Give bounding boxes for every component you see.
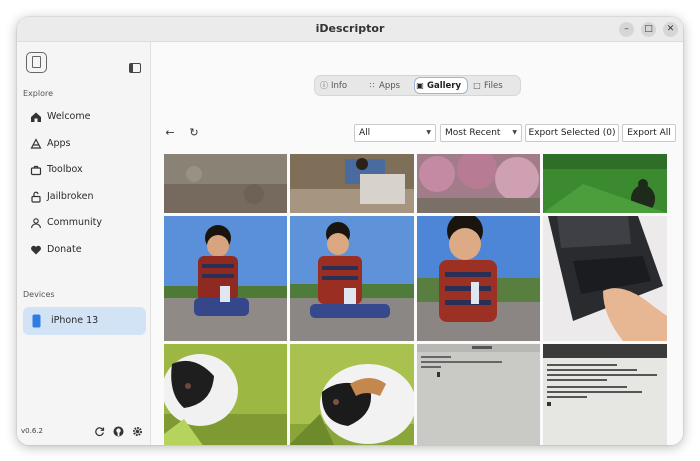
chevron-down-icon: ▼ [426, 129, 431, 136]
window-title: iDescriptor [315, 22, 385, 35]
refresh-icon[interactable] [94, 426, 105, 437]
device-tabs: ⓘ Info ∷ Apps ▣ Gallery □ Files [314, 75, 521, 96]
sidebar-item-label: Welcome [47, 111, 91, 122]
info-icon: ⓘ [320, 81, 328, 90]
filter-select[interactable]: All ▼ [354, 124, 436, 142]
photo-thumbnail[interactable] [417, 216, 540, 341]
sidebar-item-jailbroken[interactable]: Jailbroken [23, 185, 146, 209]
photo-thumbnail[interactable] [164, 216, 287, 341]
toolbox-icon [30, 164, 42, 176]
sidebar-item-apps[interactable]: Apps [23, 132, 146, 156]
unlock-icon [30, 191, 42, 203]
home-icon [30, 111, 42, 123]
app-window: iDescriptor – □ ✕ Explore Welcome Apps T… [17, 17, 683, 445]
sidebar-item-toolbox[interactable]: Toolbox [23, 158, 146, 182]
reload-icon[interactable]: ↻ [188, 126, 200, 139]
minimize-button[interactable]: – [619, 22, 634, 37]
close-button[interactable]: ✕ [663, 22, 678, 37]
main-content: ⓘ Info ∷ Apps ▣ Gallery □ Files ← ↻ All ▼ Mos… [152, 42, 683, 445]
tab-info[interactable]: ⓘ Info [319, 78, 363, 93]
version-label: v0.6.2 [21, 427, 43, 435]
folder-icon: □ [473, 81, 481, 90]
photo-thumbnail[interactable] [417, 344, 540, 445]
apps-icon [30, 138, 42, 150]
titlebar: iDescriptor – □ ✕ [17, 17, 683, 42]
photo-thumbnail[interactable] [417, 154, 540, 213]
sidebar-item-community[interactable]: Community [23, 211, 146, 235]
photo-thumbnail[interactable] [543, 216, 667, 341]
sort-select[interactable]: Most Recent ▼ [440, 124, 522, 142]
tab-files[interactable]: □ Files [472, 78, 516, 93]
export-all-button[interactable]: Export All [622, 124, 676, 142]
photo-thumbnail[interactable] [543, 154, 667, 213]
back-arrow-icon[interactable]: ← [164, 126, 176, 139]
community-icon [30, 217, 42, 229]
tab-gallery[interactable]: ▣ Gallery [415, 78, 467, 93]
settings-gear-icon[interactable] [132, 426, 143, 437]
photo-thumbnail[interactable] [290, 216, 414, 341]
apps-grid-icon: ∷ [369, 81, 375, 90]
sidebar-item-donate[interactable]: Donate [23, 238, 146, 262]
explore-section-label: Explore [23, 89, 54, 98]
sidebar-item-welcome[interactable]: Welcome [23, 105, 146, 129]
photo-thumbnail[interactable] [543, 344, 667, 445]
photo-thumbnail[interactable] [290, 154, 414, 213]
image-icon: ▣ [416, 81, 424, 90]
photo-thumbnail[interactable] [290, 344, 414, 445]
export-selected-button[interactable]: Export Selected (0) [525, 124, 619, 142]
chevron-down-icon: ▼ [512, 129, 517, 136]
sidebar-item-label: Toolbox [47, 164, 83, 175]
sidebar-item-label: Donate [47, 244, 82, 255]
sidebar-item-label: Jailbroken [47, 191, 94, 202]
sidebar-item-device[interactable]: iPhone 13 [23, 307, 146, 335]
app-logo-icon [26, 52, 47, 73]
photo-thumbnail[interactable] [164, 344, 287, 445]
github-icon[interactable] [113, 426, 124, 437]
heart-icon [30, 244, 42, 256]
devices-section-label: Devices [23, 290, 55, 299]
photo-gallery-grid [164, 154, 670, 445]
tab-apps[interactable]: ∷ Apps [367, 78, 411, 93]
sidebar-toggle-icon[interactable] [129, 63, 141, 73]
sidebar-item-label: Community [47, 217, 102, 228]
maximize-button[interactable]: □ [641, 22, 656, 37]
sidebar-item-label: Apps [47, 138, 71, 149]
sidebar-item-label: iPhone 13 [51, 315, 99, 326]
phone-icon [30, 314, 42, 328]
sidebar: Explore Welcome Apps Toolbox Jailbroken [17, 42, 151, 445]
photo-thumbnail[interactable] [164, 154, 287, 213]
